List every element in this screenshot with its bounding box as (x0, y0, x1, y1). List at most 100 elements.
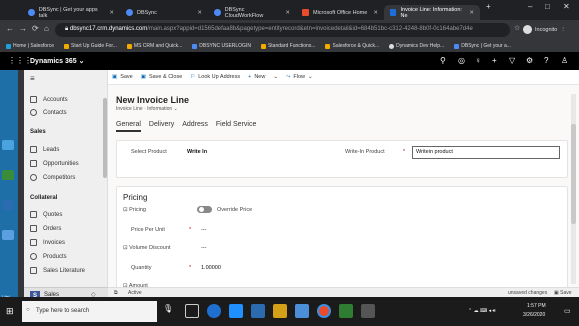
command-bar: ▣ Save ▣ Save & Close ⚐ Look Up Address + Ne… (108, 70, 579, 85)
bookmark-item[interactable]: DBSYNC USERLOGIN (192, 43, 251, 49)
back-icon[interactable]: ← (6, 24, 14, 33)
open-window-icon[interactable]: ⧉ (114, 290, 118, 296)
browser-tab[interactable]: DBSync ✕ (120, 5, 208, 20)
sidebar-item-opportunities[interactable]: Opportunities (30, 160, 79, 167)
select-product-value[interactable]: Write In (187, 149, 207, 155)
search-icon[interactable]: ⚲ (440, 56, 446, 65)
new-tab-button[interactable]: + (486, 2, 491, 11)
hamburger-icon: ≡ (30, 74, 35, 83)
app-icon[interactable] (295, 304, 309, 318)
windows-start-icon[interactable]: ⊞ (6, 306, 16, 316)
bookmark-item[interactable]: DBSync | Get your a... (454, 43, 511, 49)
desktop-file-icon[interactable] (2, 230, 14, 240)
save-close-icon: ▣ (140, 74, 146, 80)
bookmark-item[interactable]: Start Up Guide For... (64, 43, 117, 49)
sidebar-item-orders[interactable]: Orders (30, 225, 61, 232)
bookmark-item[interactable]: MS CRM and Quick... (126, 43, 182, 49)
menu-icon[interactable]: ⋮ (560, 27, 566, 33)
app-icon[interactable] (339, 304, 353, 318)
browser-tab[interactable]: Microsoft Office Home ✕ (296, 5, 384, 20)
form-tabs: General Delivery Address Field Service (116, 121, 256, 132)
filter-icon[interactable]: ▽ (509, 56, 515, 65)
tray-icons[interactable]: ⌃ ☁ ⌨ ◂ 🔊︎ (468, 308, 496, 314)
browser-tab[interactable]: DBSync | Get your apps talk ✕ (22, 5, 120, 20)
bookmark-item[interactable]: Dynamics Dev Help... (389, 43, 444, 49)
bookmark-item[interactable]: Standard Functions... (260, 43, 315, 49)
bookmark-star-icon[interactable]: ☆ (514, 24, 520, 32)
sidebar-item-accounts[interactable]: Accounts (30, 96, 68, 103)
sidebar-item-contacts[interactable]: Contacts (30, 109, 67, 116)
chrome-icon[interactable] (317, 304, 331, 318)
override-price-toggle[interactable] (197, 206, 212, 213)
clock-date[interactable]: 3/26/2020 (523, 312, 545, 318)
desktop-file-icon[interactable] (2, 200, 14, 210)
lookup-address-button[interactable]: ⚐ Look Up Address (190, 74, 240, 80)
tab-label: Invoice Line: Information: Ne (400, 6, 462, 19)
tab-address[interactable]: Address (182, 121, 208, 132)
reload-icon[interactable]: ⟳ (32, 24, 39, 33)
menu-toggle[interactable]: ≡ (30, 74, 35, 83)
flow-button[interactable]: ⤳ Flow ⌄ (286, 74, 313, 81)
plus-icon[interactable]: + (492, 56, 497, 65)
tab-close-icon[interactable]: ✕ (109, 10, 114, 16)
tab-delivery[interactable]: Delivery (149, 121, 174, 132)
nav-scrollbar[interactable] (103, 98, 107, 178)
more-chevron-icon[interactable]: ⌄ (273, 74, 278, 80)
desktop-file-icon[interactable] (2, 170, 14, 180)
writein-product-input[interactable]: Writein product (412, 146, 560, 159)
browser-tab-active[interactable]: Invoice Line: Information: Ne ✕ (384, 5, 480, 20)
home-icon[interactable]: ⌂ (44, 24, 49, 33)
quantity-input[interactable]: 1.00000 (201, 265, 221, 271)
gear-icon[interactable]: ⚙ (526, 56, 533, 65)
tab-field-service[interactable]: Field Service (216, 121, 256, 132)
tab-close-icon[interactable]: ✕ (197, 10, 202, 16)
target-icon[interactable]: ◎ (458, 56, 465, 65)
incognito-indicator[interactable]: Incognito ⋮ (523, 25, 566, 34)
sidebar-item-leads[interactable]: Leads (30, 146, 59, 153)
file-explorer-icon[interactable] (273, 304, 287, 318)
sidebar-item-invoices[interactable]: Invoices (30, 239, 65, 246)
price-per-unit-value[interactable]: --- (201, 227, 207, 233)
tab-general[interactable]: General (116, 121, 141, 132)
sidebar-item-products[interactable]: Products (30, 253, 67, 260)
taskbar-search-input[interactable]: ○ Type here to search (22, 301, 157, 322)
tab-close-icon[interactable]: ✕ (285, 10, 290, 16)
record-status: Active (128, 290, 142, 296)
scrollbar-thumb[interactable] (571, 124, 576, 224)
new-button[interactable]: + New (248, 74, 265, 80)
minimize-button[interactable]: – (528, 2, 532, 11)
tab-close-icon[interactable]: ✕ (373, 10, 378, 16)
close-window-button[interactable]: ✕ (563, 2, 570, 11)
sidebar-item-quotes[interactable]: Quotes (30, 211, 62, 218)
maximize-button[interactable]: □ (545, 2, 550, 11)
edge-icon[interactable] (207, 304, 221, 318)
mail-icon[interactable] (251, 304, 265, 318)
tab-close-icon[interactable]: ✕ (469, 10, 474, 16)
sidebar-item-competitors[interactable]: Competitors (30, 174, 75, 181)
browser-tab[interactable]: DBSync CloudWorkFlow ✕ (208, 5, 296, 20)
form-selector[interactable]: Invoice Line · Information ⌄ (116, 106, 178, 112)
forward-icon[interactable]: → (19, 24, 27, 33)
app-icon[interactable] (361, 304, 375, 318)
save-button[interactable]: ▣ Save (112, 74, 133, 80)
store-icon[interactable] (229, 304, 243, 318)
form-scrollbar[interactable] (571, 94, 576, 284)
status-save-button[interactable]: ▣ Save (554, 290, 572, 296)
sidebar-item-sales-literature[interactable]: Sales Literature (30, 267, 85, 274)
task-view-icon[interactable] (185, 304, 199, 318)
url-input[interactable]: 🔒︎ dbsync17.crm.dynamics.com/main.aspx?a… (55, 23, 510, 37)
app-launcher-icon[interactable]: ⋮⋮⋮ (8, 56, 32, 65)
bookmark-item[interactable]: Salesforce & Quick... (325, 43, 379, 49)
save-close-button[interactable]: ▣ Save & Close (141, 74, 183, 80)
microphone-icon[interactable]: 🎙︎ (163, 304, 177, 318)
lightbulb-icon[interactable]: ♀ (475, 56, 481, 65)
clock-time[interactable]: 1:57 PM (527, 303, 546, 309)
app-brand[interactable]: Dynamics 365 ⌄ (30, 57, 85, 65)
notifications-icon[interactable]: ▭ (564, 307, 571, 315)
bookmark-item[interactable]: Home | Salesforce (6, 43, 54, 49)
user-icon[interactable]: ♙ (561, 56, 568, 65)
volume-discount-label: ⊡ Volume Discount (123, 245, 171, 251)
tab-favicon-icon (214, 9, 221, 16)
help-icon[interactable]: ? (544, 56, 548, 65)
desktop-file-icon[interactable] (2, 140, 14, 150)
